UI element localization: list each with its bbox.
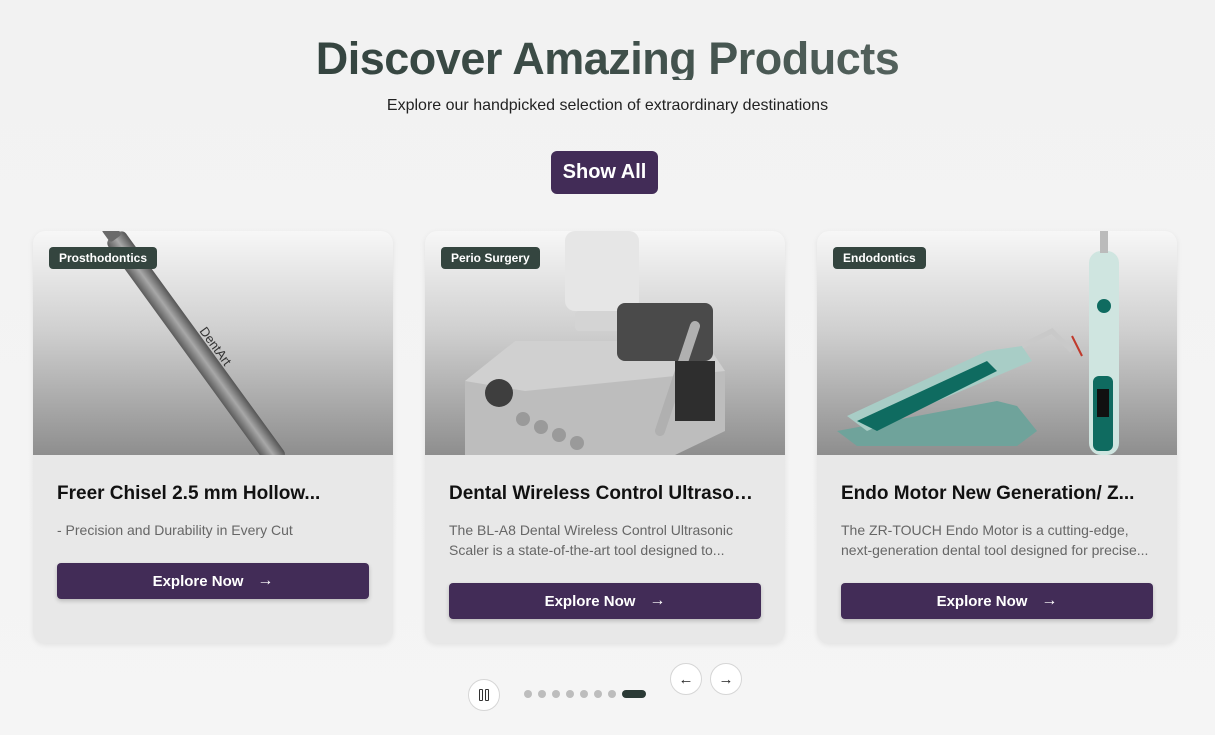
arrow-right-icon: → bbox=[1041, 592, 1058, 609]
category-badge: Prosthodontics bbox=[49, 247, 158, 269]
explore-now-button[interactable]: Explore Now → bbox=[449, 583, 761, 619]
carousel-dot[interactable] bbox=[538, 690, 546, 698]
product-card: Perio Surgery Dental Wireless Control Ul… bbox=[425, 231, 785, 643]
category-badge: Perio Surgery bbox=[441, 247, 540, 269]
carousel-dot[interactable] bbox=[566, 690, 574, 698]
explore-now-button[interactable]: Explore Now → bbox=[57, 563, 369, 599]
pause-icon bbox=[479, 689, 483, 701]
carousel-dot[interactable] bbox=[594, 690, 602, 698]
arrow-right-icon: → bbox=[649, 592, 666, 609]
explore-label: Explore Now bbox=[544, 592, 636, 610]
page-title: Discover Amazing Products bbox=[0, 30, 1215, 80]
product-card: Endodontics Endo Motor New Generation/ Z… bbox=[817, 231, 1177, 643]
explore-label: Explore Now bbox=[936, 592, 1028, 610]
arrow-left-icon: ← bbox=[678, 670, 694, 688]
product-description: The BL-A8 Dental Wireless Control Ultras… bbox=[449, 522, 733, 558]
pause-button[interactable] bbox=[468, 679, 500, 711]
product-title[interactable]: Dental Wireless Control Ultrason... bbox=[449, 483, 761, 505]
product-description: The ZR-TOUCH Endo Motor is a cutting-edg… bbox=[841, 522, 1149, 558]
pause-icon-bar bbox=[485, 689, 489, 701]
carousel-dot[interactable] bbox=[524, 690, 532, 698]
next-slide-button[interactable]: → bbox=[710, 663, 742, 695]
product-description: - Precision and Durability in Every Cut bbox=[57, 522, 293, 538]
page-subtitle: Explore our handpicked selection of extr… bbox=[386, 97, 829, 114]
explore-now-button[interactable]: Explore Now → bbox=[841, 583, 1153, 619]
carousel-dot[interactable] bbox=[580, 690, 588, 698]
arrow-right-icon: → bbox=[257, 572, 274, 589]
category-badge: Endodontics bbox=[833, 247, 926, 269]
carousel-dot[interactable] bbox=[552, 690, 560, 698]
carousel-dots bbox=[524, 690, 646, 698]
carousel-dot-active[interactable] bbox=[622, 690, 646, 698]
show-all-button[interactable]: Show All bbox=[551, 151, 658, 194]
arrow-right-icon: → bbox=[718, 670, 734, 688]
product-title[interactable]: Freer Chisel 2.5 mm Hollow... bbox=[57, 483, 369, 505]
product-title[interactable]: Endo Motor New Generation/ Z... bbox=[841, 483, 1153, 505]
prev-slide-button[interactable]: ← bbox=[670, 663, 702, 695]
explore-label: Explore Now bbox=[152, 572, 244, 590]
product-card: DentArt Prosthodontics Freer Chisel 2.5 … bbox=[33, 231, 393, 643]
carousel-dot[interactable] bbox=[608, 690, 616, 698]
